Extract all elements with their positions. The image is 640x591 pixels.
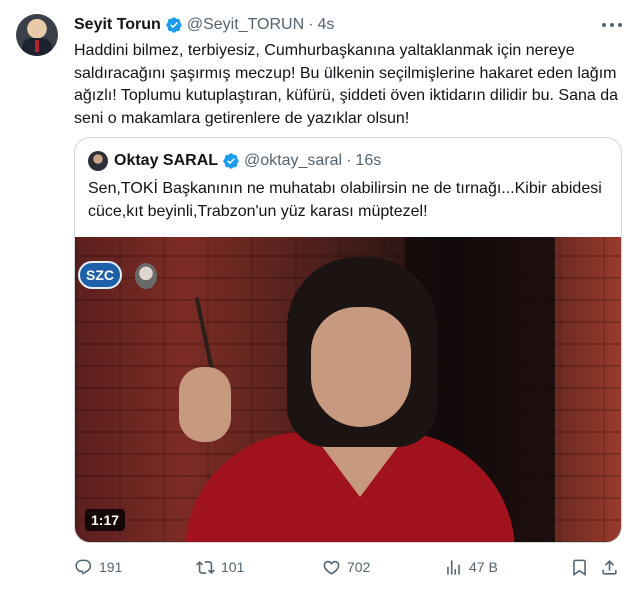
avatar-tie — [35, 40, 39, 52]
like-count: 702 — [347, 559, 371, 575]
share-icon — [602, 559, 617, 575]
tweet-text: Haddini bilmez, terbiyesiz, Cumhurbaşkan… — [74, 42, 619, 127]
tweet-timestamp[interactable]: 4s — [317, 16, 334, 34]
author-avatar[interactable] — [16, 14, 58, 56]
bookmark-button[interactable] — [570, 556, 589, 578]
channel-logo: SZC — [78, 261, 122, 289]
like-button[interactable]: 702 — [322, 556, 370, 578]
quoted-tweet-text: Sen,TOKİ Başkanının ne muhatabı olabilir… — [88, 180, 602, 220]
reply-icon — [75, 559, 92, 575]
ellipsis-dot — [602, 23, 606, 27]
quoted-author-avatar — [88, 151, 108, 171]
retweet-button[interactable]: 101 — [196, 556, 244, 578]
bookmark-icon — [573, 559, 586, 576]
presenter-face — [311, 307, 411, 427]
retweet-icon — [196, 560, 215, 574]
ellipsis-dot — [618, 23, 622, 27]
author-name[interactable]: Seyit Torun — [74, 16, 161, 34]
quoted-tweet[interactable]: Oktay SARAL @oktay_saral · 16s Sen,TOKİ … — [74, 137, 622, 543]
retweet-count: 101 — [221, 559, 245, 575]
quoted-author-handle: @oktay_saral — [244, 152, 343, 169]
action-bar: 191 101 702 47 B — [74, 556, 626, 578]
views-chart-icon — [447, 559, 460, 575]
channel-logo-portrait — [135, 263, 157, 289]
quoted-author-name: Oktay SARAL — [114, 152, 219, 169]
separator-dot: · — [308, 16, 314, 33]
author-handle[interactable]: @Seyit_TORUN — [187, 16, 304, 34]
views-count: 47 B — [469, 559, 498, 575]
video-duration: 1:17 — [85, 509, 126, 531]
quoted-tweet-header: Oktay SARAL @oktay_saral · 16s — [88, 150, 381, 172]
reply-count: 191 — [99, 559, 123, 575]
video-player[interactable]: SZC 1:17 — [75, 237, 621, 542]
presenter-hand — [179, 367, 231, 442]
separator-dot: · — [346, 152, 352, 169]
verified-badge-icon — [166, 17, 182, 33]
reply-button[interactable]: 191 — [74, 556, 122, 578]
more-options-ellipsis-icon[interactable] — [602, 16, 622, 34]
views-button[interactable]: 47 B — [444, 556, 498, 578]
share-button[interactable] — [600, 556, 619, 578]
heart-icon — [323, 560, 340, 575]
tweet[interactable]: Seyit Torun @Seyit_TORUN · 4s Haddini bi… — [0, 0, 640, 591]
verified-badge-icon — [223, 153, 239, 169]
quoted-tweet-timestamp: 16s — [355, 152, 382, 169]
tweet-header: Seyit Torun @Seyit_TORUN · 4s — [74, 14, 334, 36]
ellipsis-dot — [610, 23, 614, 27]
